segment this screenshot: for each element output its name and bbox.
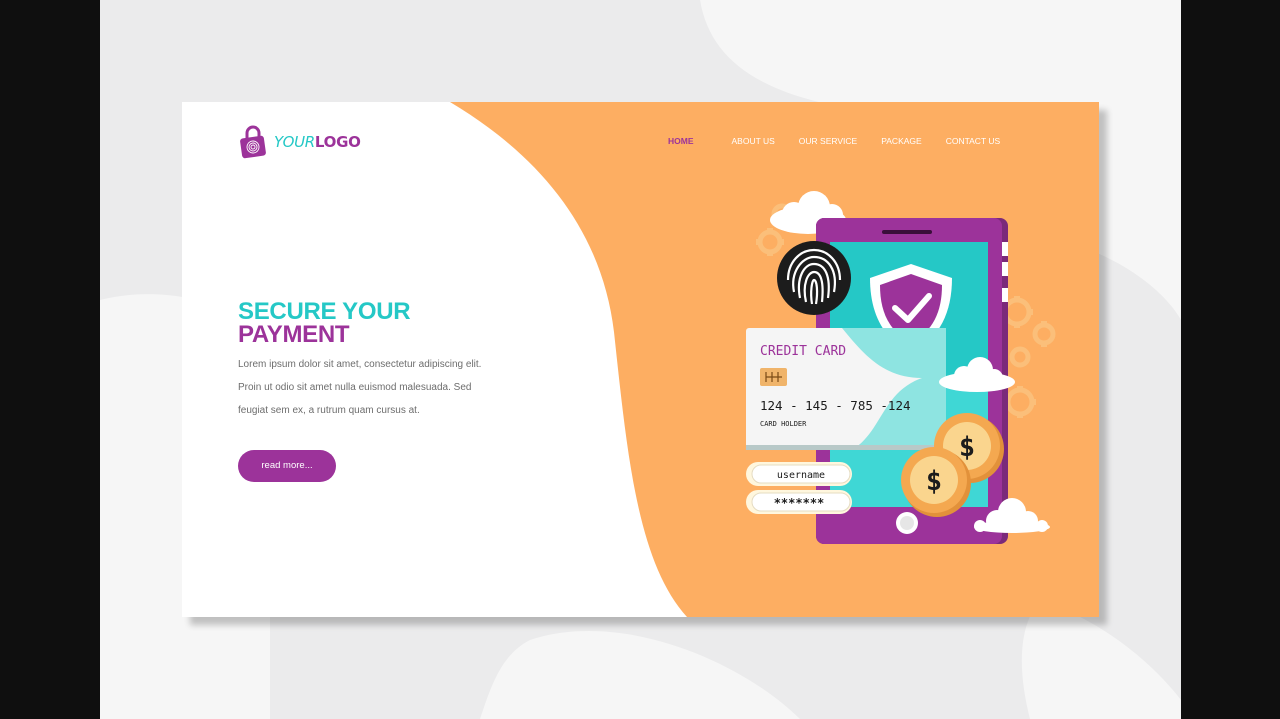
- card-title: CREDIT CARD: [760, 344, 846, 359]
- password-field: *******: [774, 496, 825, 510]
- coin-symbol: $: [926, 466, 942, 497]
- card-number: 124 - 145 - 785 -124: [760, 398, 911, 413]
- coin-symbol: $: [959, 432, 975, 463]
- landing-card: YOURLOGO HOME ABOUT US OUR SERVICE PACKA…: [182, 102, 1099, 617]
- credit-card: CREDIT CARD 124 - 145 - 785 -124 CARD HO…: [746, 328, 946, 450]
- payment-illustration: CREDIT CARD 124 - 145 - 785 -124 CARD HO…: [746, 191, 1056, 544]
- username-pill: username: [746, 462, 852, 486]
- card-holder-label: CARD HOLDER: [760, 420, 807, 428]
- username-field: username: [777, 470, 825, 481]
- password-pill: *******: [746, 490, 852, 514]
- fingerprint-icon: [777, 241, 851, 315]
